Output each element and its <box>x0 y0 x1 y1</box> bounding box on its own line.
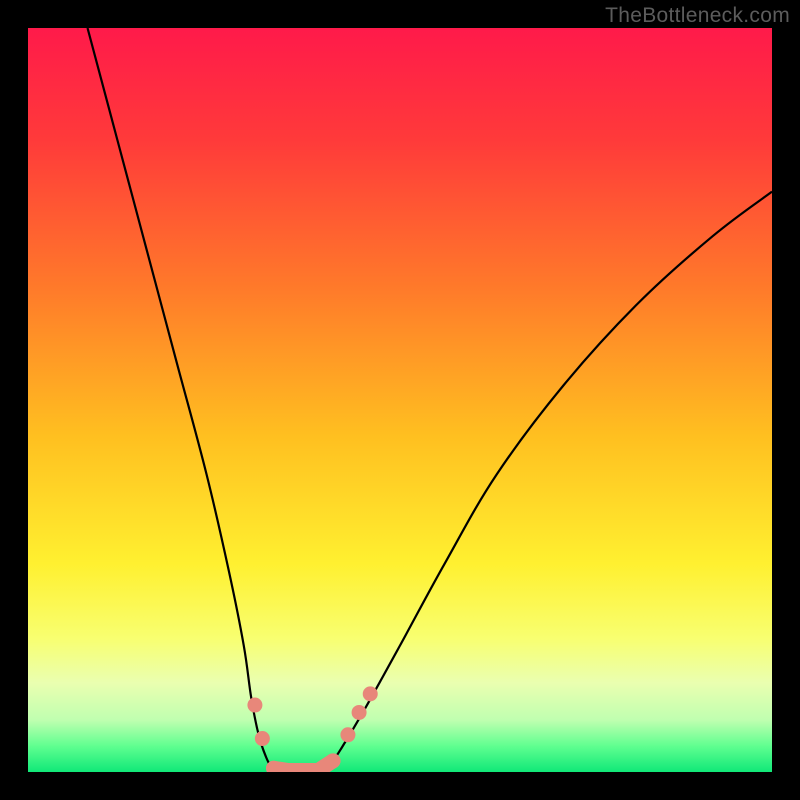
gradient-background <box>28 28 772 772</box>
plot-area <box>28 28 772 772</box>
marker-point <box>363 686 378 701</box>
marker-point <box>352 705 367 720</box>
marker-point <box>255 731 270 746</box>
marker-point <box>340 727 355 742</box>
chart-frame: TheBottleneck.com <box>0 0 800 800</box>
watermark-text: TheBottleneck.com <box>605 4 790 28</box>
marker-connector <box>318 761 333 771</box>
chart-svg <box>28 28 772 772</box>
marker-point <box>247 698 262 713</box>
